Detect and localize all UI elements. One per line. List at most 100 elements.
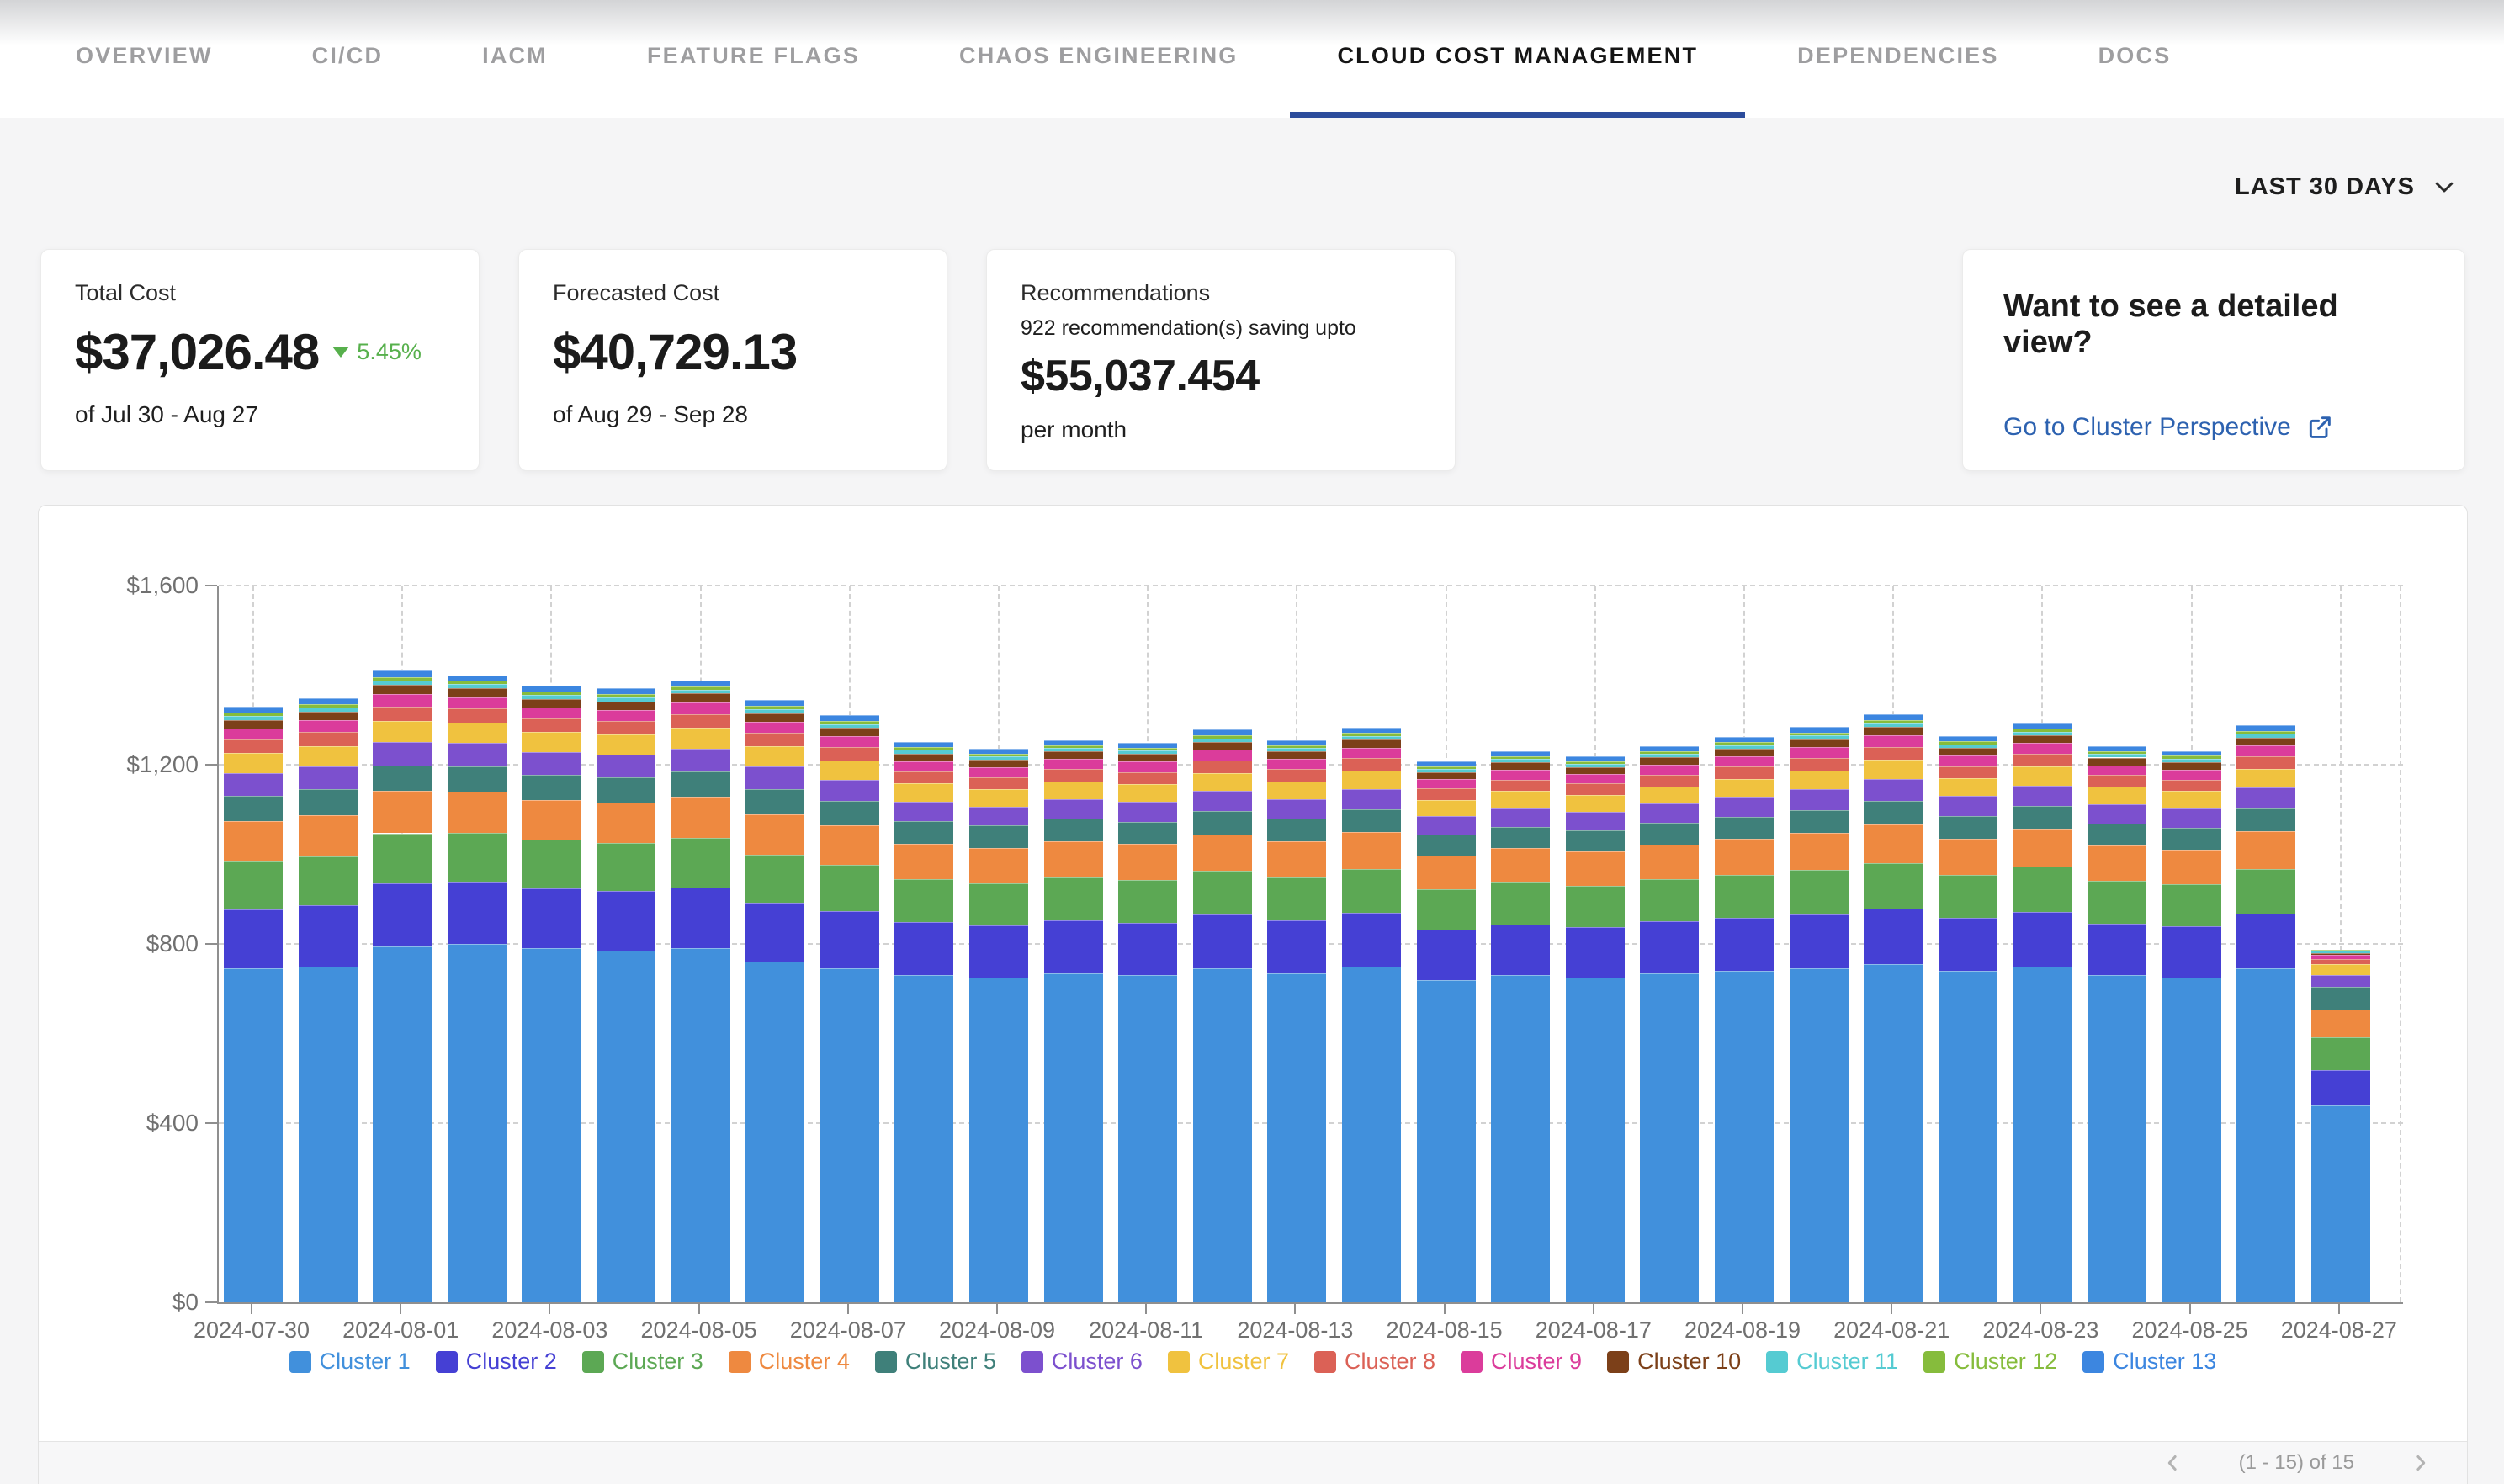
bar-segment-cluster-7[interactable] (597, 734, 655, 755)
bar-segment-cluster-1[interactable] (522, 948, 581, 1302)
bar-segment-cluster-13[interactable] (2162, 751, 2221, 756)
bar-segment-cluster-3[interactable] (2311, 1037, 2370, 1070)
bar-segment-cluster-8[interactable] (2236, 756, 2295, 769)
tab-overview[interactable]: OVERVIEW (29, 0, 260, 118)
bar-segment-cluster-4[interactable] (1342, 832, 1401, 869)
bar-segment-cluster-4[interactable] (1864, 824, 1923, 863)
bar-segment-cluster-8[interactable] (2162, 780, 2221, 792)
bar-segment-cluster-8[interactable] (224, 739, 283, 753)
bar-segment-cluster-3[interactable] (224, 861, 283, 910)
bar-segment-cluster-11[interactable] (373, 681, 432, 685)
bar-segment-cluster-8[interactable] (299, 732, 358, 746)
bar-segment-cluster-8[interactable] (969, 777, 1028, 789)
bar-segment-cluster-7[interactable] (1417, 800, 1476, 817)
bar-segment-cluster-10[interactable] (373, 685, 432, 694)
bar-segment-cluster-9[interactable] (1342, 748, 1401, 758)
bar-segment-cluster-12[interactable] (1417, 766, 1476, 769)
bar-segment-cluster-12[interactable] (671, 686, 730, 690)
bar-segment-cluster-10[interactable] (820, 728, 879, 736)
bar-segment-cluster-11[interactable] (597, 697, 655, 702)
bar-segment-cluster-12[interactable] (1044, 745, 1103, 748)
bar-segment-cluster-1[interactable] (597, 951, 655, 1302)
bar-segment-cluster-10[interactable] (299, 712, 358, 721)
bar-segment-cluster-11[interactable] (969, 756, 1028, 760)
bar-segment-cluster-13[interactable] (1939, 736, 1997, 741)
bar-segment-cluster-10[interactable] (1118, 754, 1177, 761)
bar-segment-cluster-13[interactable] (299, 698, 358, 704)
bar-segment-cluster-7[interactable] (1566, 795, 1625, 812)
bar-segment-cluster-2[interactable] (1342, 913, 1401, 967)
bar-segment-cluster-1[interactable] (224, 968, 283, 1302)
bar-segment-cluster-6[interactable] (1790, 789, 1849, 809)
bar-segment-cluster-8[interactable] (448, 708, 507, 723)
bar-segment-cluster-10[interactable] (969, 760, 1028, 767)
bar-segment-cluster-11[interactable] (2088, 754, 2146, 757)
bar-segment-cluster-3[interactable] (2236, 869, 2295, 914)
bar-segment-cluster-13[interactable] (1417, 761, 1476, 766)
bar-segment-cluster-10[interactable] (2088, 758, 2146, 766)
bar-segment-cluster-7[interactable] (969, 789, 1028, 807)
bar-segment-cluster-4[interactable] (1715, 839, 1774, 875)
bar-segment-cluster-8[interactable] (1864, 747, 1923, 760)
bar-segment-cluster-10[interactable] (1640, 757, 1699, 765)
bar-segment-cluster-6[interactable] (2013, 786, 2072, 806)
bar-segment-cluster-3[interactable] (1193, 871, 1252, 914)
bar-segment-cluster-10[interactable] (1715, 749, 1774, 756)
bar-segment-cluster-9[interactable] (2013, 743, 2072, 754)
bar-segment-cluster-3[interactable] (522, 840, 581, 888)
bar-segment-cluster-7[interactable] (1267, 782, 1326, 799)
bar-segment-cluster-9[interactable] (1491, 770, 1550, 780)
bar-segment-cluster-7[interactable] (1193, 773, 1252, 792)
bar-segment-cluster-13[interactable] (1267, 740, 1326, 745)
bar-segment-cluster-1[interactable] (2236, 968, 2295, 1302)
bar-segment-cluster-7[interactable] (2236, 769, 2295, 787)
bar-segment-cluster-2[interactable] (597, 891, 655, 951)
bar-segment-cluster-7[interactable] (522, 732, 581, 752)
bar-segment-cluster-12[interactable] (448, 681, 507, 684)
bar-segment-cluster-7[interactable] (2162, 791, 2221, 808)
bar-segment-cluster-13[interactable] (820, 715, 879, 720)
bar-segment-cluster-12[interactable] (1715, 742, 1774, 745)
bar-segment-cluster-6[interactable] (1939, 796, 1997, 816)
bar-segment-cluster-9[interactable] (2088, 766, 2146, 776)
bar-segment-cluster-9[interactable] (969, 767, 1028, 777)
bar-segment-cluster-11[interactable] (1044, 748, 1103, 751)
bar-segment-cluster-7[interactable] (1939, 778, 1997, 796)
bar-segment-cluster-12[interactable] (745, 706, 804, 709)
bar-segment-cluster-5[interactable] (1342, 809, 1401, 832)
tab-docs[interactable]: DOCS (2051, 0, 2219, 118)
bar-segment-cluster-6[interactable] (224, 773, 283, 796)
bar-segment-cluster-4[interactable] (299, 815, 358, 856)
bar-segment-cluster-12[interactable] (1640, 751, 1699, 754)
bar-segment-cluster-12[interactable] (1939, 741, 1997, 745)
bar-segment-cluster-4[interactable] (1267, 841, 1326, 877)
bar-segment-cluster-4[interactable] (2236, 831, 2295, 869)
bar-segment-cluster-10[interactable] (2013, 735, 2072, 744)
bar-segment-cluster-8[interactable] (1342, 758, 1401, 771)
bar-segment-cluster-6[interactable] (1715, 797, 1774, 817)
bar-segment-cluster-7[interactable] (373, 721, 432, 742)
bar-segment-cluster-12[interactable] (2013, 729, 2072, 732)
legend-item[interactable]: Cluster 9 (1461, 1349, 1582, 1375)
legend-item[interactable]: Cluster 5 (875, 1349, 996, 1375)
bar-segment-cluster-11[interactable] (1491, 759, 1550, 762)
bar-segment-cluster-2[interactable] (224, 909, 283, 968)
tab-iacm[interactable]: IACM (435, 0, 595, 118)
bar-segment-cluster-5[interactable] (1417, 835, 1476, 855)
bar-segment-cluster-2[interactable] (1044, 920, 1103, 973)
bar-segment-cluster-3[interactable] (2088, 881, 2146, 923)
bar-segment-cluster-1[interactable] (373, 946, 432, 1302)
bar-segment-cluster-1[interactable] (1267, 973, 1326, 1302)
bar-segment-cluster-2[interactable] (2311, 1070, 2370, 1105)
bar-segment-cluster-4[interactable] (1118, 844, 1177, 880)
bar-segment-cluster-4[interactable] (1044, 841, 1103, 877)
bar-segment-cluster-6[interactable] (820, 780, 879, 802)
bar-segment-cluster-4[interactable] (1939, 839, 1997, 875)
bar-segment-cluster-3[interactable] (2162, 884, 2221, 926)
bar-segment-cluster-13[interactable] (1342, 728, 1401, 733)
bar-segment-cluster-13[interactable] (1491, 751, 1550, 756)
bar-segment-cluster-5[interactable] (1193, 811, 1252, 834)
bar-segment-cluster-11[interactable] (2236, 734, 2295, 737)
bar-segment-cluster-6[interactable] (1044, 799, 1103, 819)
bar-segment-cluster-2[interactable] (2162, 926, 2221, 978)
